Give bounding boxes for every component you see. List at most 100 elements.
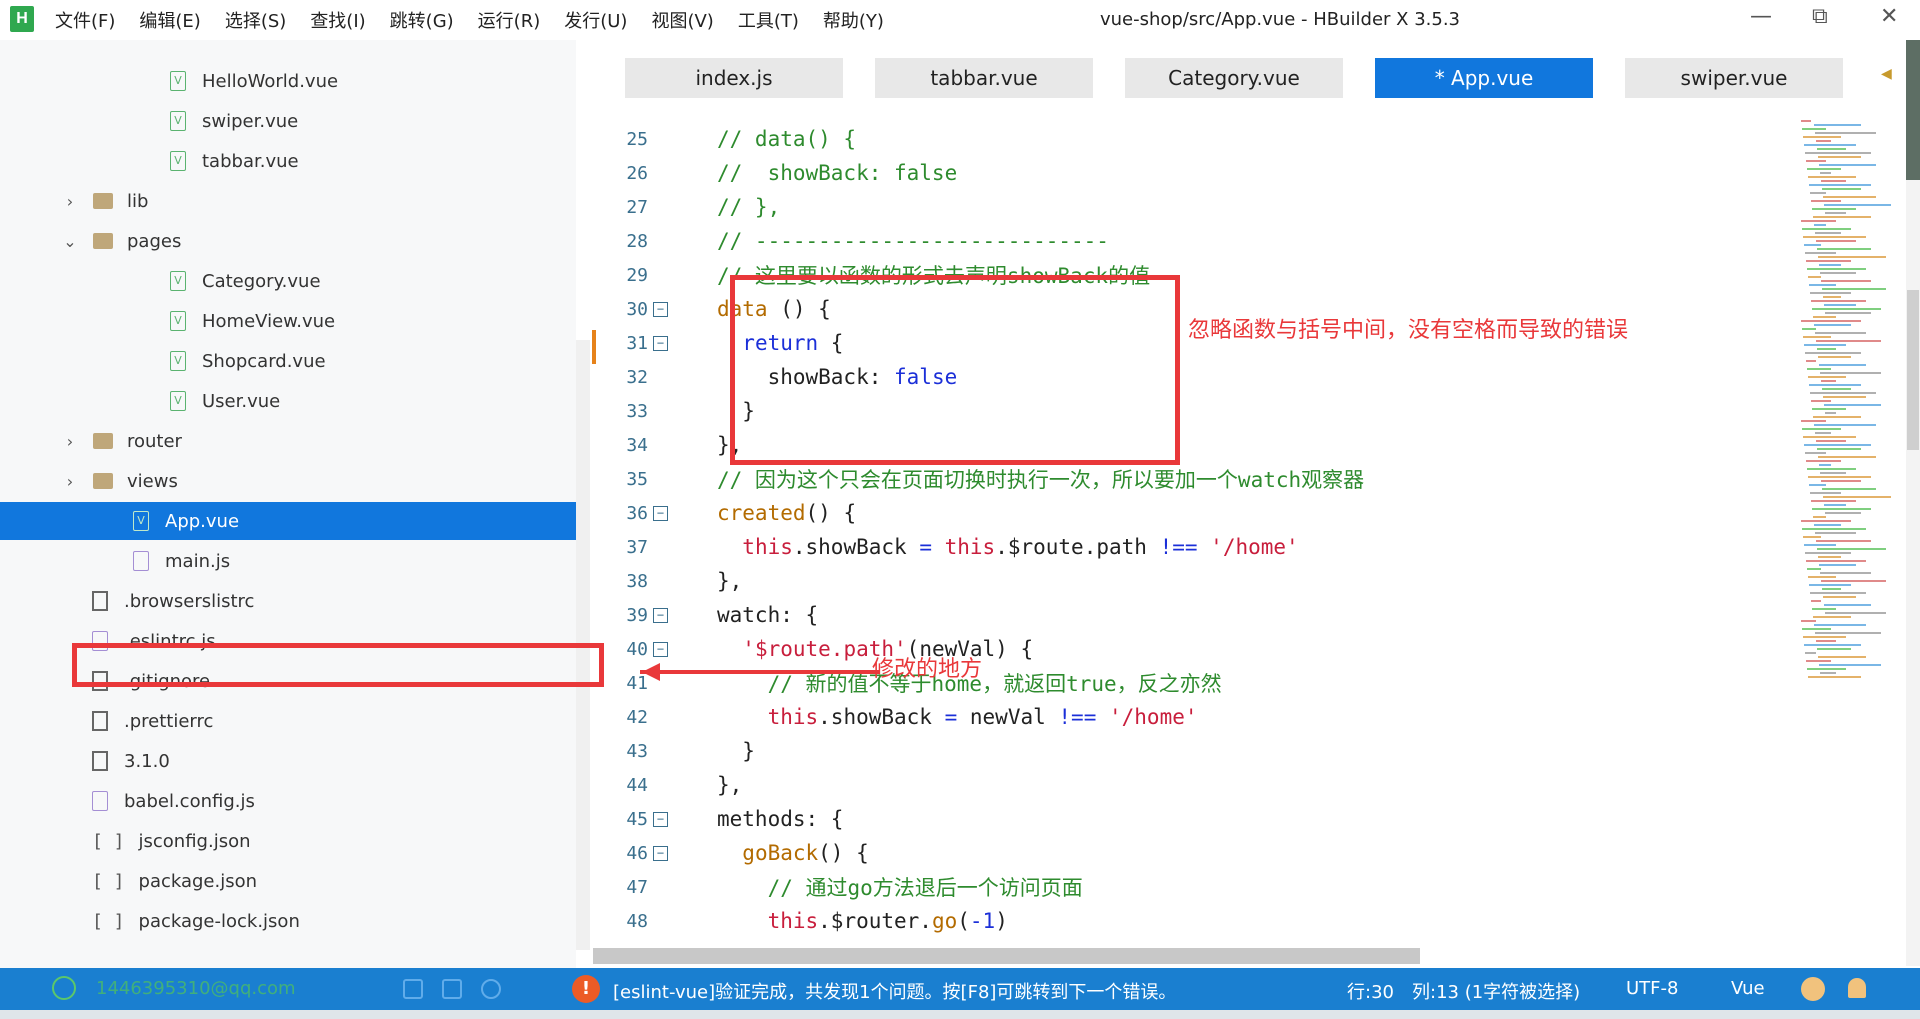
code-line[interactable]: 36− created() { — [592, 496, 1792, 530]
editor-tab[interactable]: index.js — [625, 58, 843, 98]
tree-item[interactable]: V Shopcard.vue — [0, 342, 576, 380]
cursor-line[interactable]: 行:30 — [1347, 978, 1394, 1004]
editor-tab[interactable]: * App.vue — [1375, 58, 1593, 98]
code-token: = — [944, 705, 958, 729]
list-icon[interactable] — [403, 979, 423, 999]
tree-item[interactable]: [ ] jsconfig.json — [0, 822, 576, 860]
tree-item[interactable]: .browserslistrc — [0, 582, 576, 620]
editor-tabs: index.js tabbar.vue Category.vue * App.vue s… — [592, 58, 1892, 98]
tree-item-label: .prettierrc — [124, 710, 214, 732]
tree-item[interactable]: babel.config.js — [0, 782, 576, 820]
tree-item[interactable]: main.js — [0, 542, 576, 580]
code-token: // ---------------------------- — [717, 229, 1109, 253]
fold-toggle-icon[interactable]: − — [653, 301, 668, 317]
code-line[interactable]: 48 this.$router.go(-1) — [592, 904, 1792, 938]
fold-toggle-icon[interactable]: − — [653, 641, 668, 657]
tree-item[interactable]: › lib — [0, 182, 576, 220]
tree-item[interactable]: V App.vue — [0, 502, 576, 540]
tree-item[interactable]: Vtabbar.vue — [0, 142, 576, 180]
chevron-icon[interactable]: › — [55, 192, 85, 211]
annotation-note-space-error: 忽略函数与括号中间，没有空格而导致的错误 — [1188, 318, 1629, 343]
vertical-scrollbar-thumb[interactable] — [1907, 290, 1919, 450]
code-text: }, — [717, 569, 742, 593]
editor-tab[interactable]: Category.vue — [1125, 58, 1343, 98]
minimap-line — [1805, 552, 1851, 554]
restore-icon[interactable]: ⧉ — [1812, 4, 1828, 29]
code-line[interactable]: 25 // data() { — [592, 122, 1792, 156]
language-label[interactable]: Vue — [1731, 978, 1765, 999]
code-line[interactable]: 27 // }, — [592, 190, 1792, 224]
minimap-line — [1809, 184, 1871, 186]
menu-item[interactable]: 文件(F) — [55, 7, 115, 33]
tree-item[interactable]: V HelloWorld.vue — [0, 62, 576, 100]
tree-item[interactable]: [ ] package-lock.json — [0, 902, 576, 940]
encoding-label[interactable]: UTF-8 — [1626, 978, 1678, 999]
tree-item[interactable]: V User.vue — [0, 382, 576, 420]
tree-item[interactable]: V Category.vue — [0, 262, 576, 300]
chevron-icon[interactable]: › — [55, 432, 85, 451]
editor-tab[interactable]: swiper.vue — [1625, 58, 1843, 98]
fold-toggle-icon[interactable]: − — [653, 505, 668, 521]
terminal-icon[interactable] — [442, 979, 462, 999]
code-line[interactable]: 26 // showBack: false — [592, 156, 1792, 190]
status-message[interactable]: [eslint-vue]验证完成，共发现1个问题。按[F8]可跳转到下一个错误。 — [613, 978, 1176, 1004]
minimap-line — [1811, 500, 1856, 502]
line-number: 42 — [626, 706, 648, 728]
download-icon[interactable] — [1801, 977, 1825, 1001]
code-line[interactable]: 39− watch: { — [592, 598, 1792, 632]
code-line[interactable]: 44}, — [592, 768, 1792, 802]
code-editor[interactable]: index.js tabbar.vue Category.vue * App.vue s… — [592, 40, 1892, 968]
code-line[interactable]: 46− goBack() { — [592, 836, 1792, 870]
code-token: methods: { — [717, 807, 844, 831]
error-icon[interactable]: ! — [572, 975, 600, 1003]
globe-icon[interactable] — [481, 979, 501, 999]
fold-toggle-icon[interactable]: − — [653, 845, 668, 861]
tree-item[interactable]: › router — [0, 422, 576, 460]
code-line[interactable]: 37 this.showBack = this.$route.path !== … — [592, 530, 1792, 564]
code-line[interactable]: 45− methods: { — [592, 802, 1792, 836]
tree-item[interactable]: 3.1.0 — [0, 742, 576, 780]
code-line[interactable]: 40− '$route.path'(newVal) { — [592, 632, 1792, 666]
code-line[interactable]: 28 // ---------------------------- — [592, 224, 1792, 258]
annotation-box-eslintrc — [72, 643, 604, 687]
code-line[interactable]: 47 // 通过go方法退后一个访问页面 — [592, 870, 1792, 904]
fold-toggle-icon[interactable]: − — [653, 335, 668, 351]
menu-item[interactable]: 工具(T) — [738, 7, 799, 33]
minimize-icon[interactable]: — — [1750, 4, 1772, 29]
tree-item[interactable]: V HomeView.vue — [0, 302, 576, 340]
menu-item[interactable]: 查找(I) — [310, 7, 365, 33]
tree-item[interactable]: ⌄ pages — [0, 222, 576, 260]
close-icon[interactable]: ✕ — [1880, 4, 1898, 29]
menu-item[interactable]: 跳转(G) — [390, 7, 454, 33]
user-avatar-icon[interactable] — [52, 976, 76, 1000]
fold-toggle-icon[interactable]: − — [653, 607, 668, 623]
vertical-scrollbar[interactable] — [1906, 60, 1920, 966]
code-line[interactable]: 43 } — [592, 734, 1792, 768]
cursor-column[interactable]: 列:13 (1字符被选择) — [1412, 978, 1580, 1004]
tree-item[interactable]: [ ] package.json — [0, 862, 576, 900]
chevron-icon[interactable]: ⌄ — [55, 232, 85, 251]
tree-item[interactable]: .prettierrc — [0, 702, 576, 740]
account-label[interactable]: 1446395310@qq.com — [96, 978, 296, 999]
code-token: } — [717, 739, 755, 763]
code-line[interactable]: 38}, — [592, 564, 1792, 598]
menu-item[interactable]: 运行(R) — [478, 7, 541, 33]
editor-tab[interactable]: tabbar.vue — [875, 58, 1093, 98]
code-minimap[interactable] — [1796, 120, 1901, 700]
code-line[interactable]: 42 this.showBack = newVal !== '/home' — [592, 700, 1792, 734]
bell-icon[interactable] — [1848, 978, 1866, 998]
code-text: }, — [717, 773, 742, 797]
menu-item[interactable]: 编辑(E) — [139, 7, 200, 33]
code-line[interactable]: 35 // 因为这个只会在页面切换时执行一次，所以要加一个watch观察器 — [592, 462, 1792, 496]
menu-item[interactable]: 帮助(Y) — [823, 7, 884, 33]
menu-item[interactable]: 选择(S) — [225, 7, 286, 33]
minimap-line — [1812, 508, 1871, 510]
fold-toggle-icon[interactable]: − — [653, 811, 668, 827]
tree-item[interactable]: › views — [0, 462, 576, 500]
menu-item[interactable]: 视图(V) — [651, 7, 713, 33]
horizontal-scrollbar[interactable] — [593, 948, 1420, 964]
chevron-icon[interactable]: › — [55, 472, 85, 491]
tab-overflow-icon[interactable]: ◀ — [1881, 66, 1892, 82]
tree-item[interactable]: Vswiper.vue — [0, 102, 576, 140]
menu-item[interactable]: 发行(U) — [564, 7, 627, 33]
